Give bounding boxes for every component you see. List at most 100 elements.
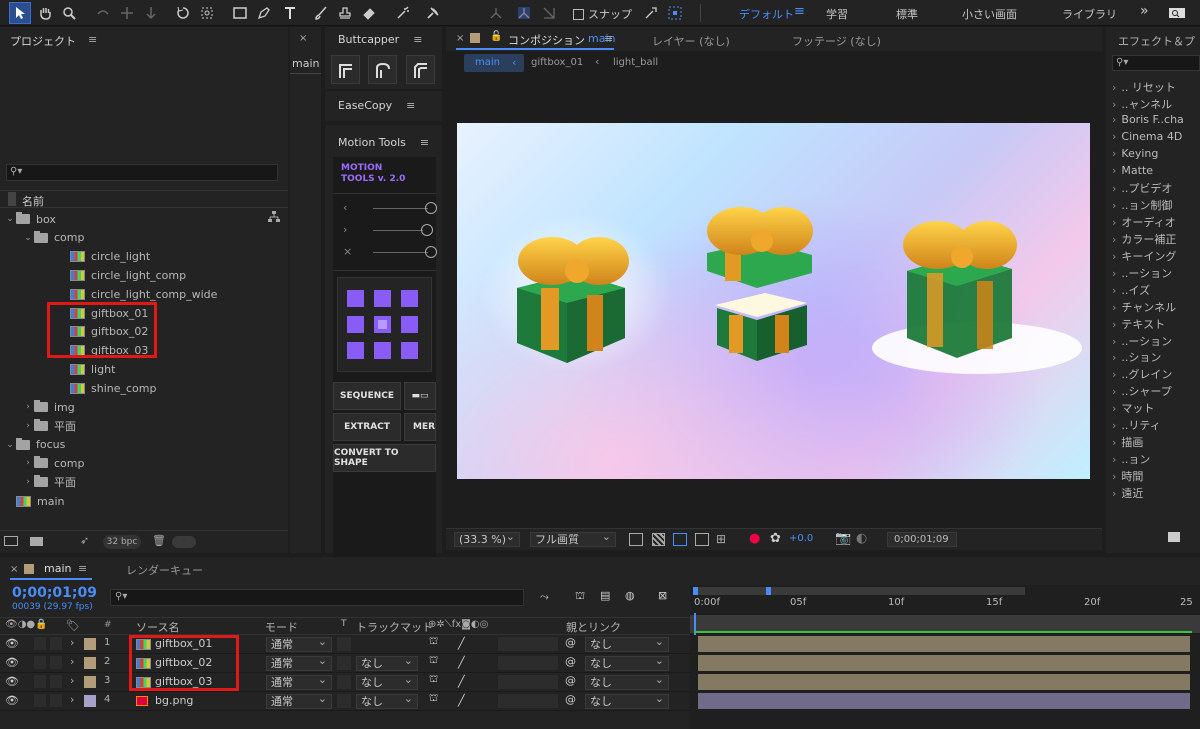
solo-toggle[interactable] — [34, 637, 46, 650]
visibility-eye-icon[interactable]: 👁 — [5, 675, 19, 688]
pick-whip-icon[interactable]: @ — [565, 636, 576, 649]
merge-button[interactable]: MERG — [404, 413, 436, 441]
project-item[interactable]: ⌄ focus — [0, 436, 288, 454]
timeline-layer-row[interactable]: 👁›2giftbox_02通常なし⛫╱@なし — [0, 654, 690, 673]
grid-guide-icon[interactable]: ⊞ — [716, 532, 726, 546]
region-of-interest-icon[interactable] — [695, 533, 709, 546]
av-features-icons[interactable]: 👁◑●🔒 — [5, 619, 48, 630]
butt-cap-button[interactable] — [331, 55, 360, 84]
clone-stamp-icon[interactable] — [334, 2, 356, 24]
expand-layer-icon[interactable]: › — [70, 674, 74, 687]
effect-category[interactable]: › キーイング — [1112, 248, 1176, 264]
blend-mode-select[interactable]: 通常 — [266, 692, 332, 709]
pick-whip-icon[interactable]: @ — [565, 674, 576, 687]
effect-category[interactable]: › ..シャープ — [1112, 383, 1172, 399]
rectangle-tool-icon[interactable] — [229, 2, 251, 24]
effect-category[interactable]: › マット — [1112, 400, 1154, 416]
mask-visibility-icon[interactable] — [673, 533, 687, 546]
search-help-icon[interactable] — [1166, 2, 1188, 24]
source-name-header[interactable]: ソース名 — [136, 619, 179, 635]
type-tool-icon[interactable] — [279, 2, 301, 24]
shy-switch-icon[interactable]: ⛫ — [429, 674, 438, 687]
roto-brush-icon[interactable] — [392, 2, 414, 24]
convert-to-shape-button[interactable]: CONVERT TO SHAPE — [333, 444, 436, 472]
snap-edge-icon[interactable] — [640, 2, 662, 24]
timeline-timecode[interactable]: 0;00;01;09 — [12, 585, 97, 601]
reset-exposure-icon[interactable]: ✿ — [770, 531, 781, 546]
dolly-camera-icon[interactable] — [140, 2, 162, 24]
expand-layer-icon[interactable]: › — [70, 693, 74, 706]
trash-icon[interactable]: 🗑 — [152, 534, 166, 547]
selection-tool-icon[interactable] — [9, 2, 31, 24]
zoom-tool-icon[interactable] — [58, 2, 80, 24]
effect-category[interactable]: › 遠近 — [1112, 485, 1143, 501]
timeline-layer-row[interactable]: 👁›1giftbox_01通常⛫╱@なし — [0, 635, 690, 654]
disclosure-open-icon[interactable]: ⌄ — [4, 440, 16, 450]
panel-menu-icon[interactable]: ≡ — [604, 32, 613, 45]
work-area-bar[interactable] — [693, 587, 1025, 595]
anchor-bottom-left[interactable] — [347, 342, 364, 359]
interpret-footage-icon[interactable] — [4, 536, 18, 546]
graph-editor-icon[interactable]: ⊠ — [658, 589, 667, 602]
panel-menu-icon[interactable]: ≡ — [88, 33, 97, 49]
side-tab-main[interactable]: main — [292, 57, 319, 70]
effect-category[interactable]: › ..ャンネル — [1112, 96, 1172, 112]
workspace-libraries[interactable]: ライブラリ — [1062, 6, 1117, 22]
project-item[interactable]: › comp — [0, 454, 288, 472]
track-matte-select[interactable]: なし — [356, 654, 418, 671]
ease-out-slider-track[interactable] — [373, 230, 423, 231]
effect-category[interactable]: › Matte — [1112, 164, 1153, 177]
track-matte-header[interactable]: トラックマット — [356, 619, 433, 635]
effect-category[interactable]: › ..ョン — [1112, 451, 1150, 467]
anchor-center[interactable] — [374, 316, 391, 333]
solo-toggle[interactable] — [34, 694, 46, 707]
project-item[interactable]: circle_light_comp_wide — [0, 285, 288, 303]
workspace-standard[interactable]: 標準 — [896, 6, 918, 22]
effect-category[interactable]: › ..ーション — [1112, 265, 1172, 281]
effect-category[interactable]: › ..プビデオ — [1112, 180, 1172, 196]
show-snapshot-icon[interactable]: ◐ — [856, 531, 867, 546]
effect-category[interactable]: › オーディオ — [1112, 214, 1176, 230]
column-name-header[interactable]: 名前 — [22, 193, 44, 209]
t-header[interactable]: T — [341, 619, 347, 629]
blend-mode-select[interactable]: 通常 — [266, 654, 332, 671]
effect-category[interactable]: › Keying — [1112, 147, 1158, 160]
new-bin-icon[interactable] — [1168, 532, 1180, 542]
blend-mode-select[interactable]: 通常 — [266, 673, 332, 690]
layer-label-color[interactable] — [84, 695, 96, 707]
rotate-camera-icon[interactable] — [92, 2, 114, 24]
anchor-bottom[interactable] — [374, 342, 391, 359]
comp-label-color[interactable] — [470, 33, 480, 43]
layer-switches[interactable] — [498, 694, 558, 708]
layer-switches[interactable] — [498, 637, 558, 651]
effect-category[interactable]: › カラー補正 — [1112, 231, 1176, 247]
adjust-settings-icon[interactable]: ➶ — [80, 534, 89, 547]
layer-duration-bar[interactable] — [698, 636, 1190, 652]
round-cap-button[interactable] — [368, 55, 397, 84]
label-column-icon[interactable] — [8, 192, 16, 206]
project-panel-title[interactable]: プロジェクト — [10, 33, 76, 49]
lock-toggle[interactable] — [50, 656, 62, 669]
shy-switch-icon[interactable]: ⛫ — [429, 636, 438, 649]
mode-header[interactable]: モード — [265, 619, 298, 635]
brush-tool-icon[interactable] — [310, 2, 332, 24]
anchor-left[interactable] — [347, 316, 364, 333]
shy-switch-icon[interactable]: ⛫ — [429, 693, 438, 706]
extract-button[interactable]: EXTRACT — [333, 413, 401, 441]
disclosure-open-icon[interactable]: ⌄ — [22, 233, 34, 243]
effect-category[interactable]: › ..ション — [1112, 349, 1161, 365]
breadcrumb-main[interactable]: main ‹ — [464, 54, 524, 72]
anchor-top[interactable] — [374, 290, 391, 307]
sequence-options-icon[interactable]: ▬▭ — [404, 382, 436, 410]
tab-render-queue[interactable]: レンダーキュー — [126, 562, 203, 578]
motion-tools-title[interactable]: Motion Tools — [338, 136, 406, 149]
anchor-bottom-right[interactable] — [401, 342, 418, 359]
pick-whip-icon[interactable]: @ — [565, 693, 576, 706]
preserve-transparency-toggle[interactable] — [337, 675, 351, 689]
blend-mode-select[interactable]: 通常 — [266, 635, 332, 652]
frame-blending-icon[interactable]: ◍ — [625, 589, 635, 602]
composition-viewer[interactable] — [457, 123, 1090, 479]
effect-category[interactable]: › チャンネル — [1112, 299, 1176, 315]
ease-both-slider-track[interactable] — [373, 252, 428, 253]
shy-layers-icon[interactable]: ▤ — [600, 589, 610, 602]
